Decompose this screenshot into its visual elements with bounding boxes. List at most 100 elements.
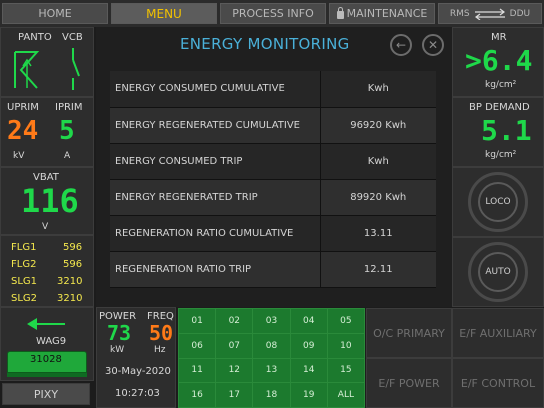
row-value: 12.11 xyxy=(320,251,436,288)
ef-auxiliary-button[interactable]: E/F AUXILIARY xyxy=(452,308,544,358)
bp-value: 5.1 xyxy=(481,114,532,147)
grid-cell[interactable]: 06 xyxy=(179,333,216,358)
panto-label: PANTO xyxy=(18,32,52,43)
grid-cell[interactable]: 11 xyxy=(179,358,216,383)
ddu-label: DDU xyxy=(509,8,531,19)
rms-ddu-toggle[interactable]: RMS DDU xyxy=(438,3,542,24)
row-label: ENERGY REGENERATED TRIP xyxy=(110,179,321,216)
grid-cell[interactable]: 09 xyxy=(290,333,327,358)
tab-maintenance-label: MAINTENANCE xyxy=(346,7,428,20)
power-unit: kW xyxy=(110,345,125,355)
locomotive-icon: 31028 xyxy=(7,351,87,373)
table-row: REGENERATION RATIO TRIP 12.11 xyxy=(110,251,436,288)
row-label: ENERGY CONSUMED TRIP xyxy=(110,143,321,180)
grid-cell[interactable]: 14 xyxy=(290,358,327,383)
flag-value: 3210 xyxy=(57,293,83,304)
flag-row: FLG2 596 xyxy=(11,259,82,270)
ef-control-button[interactable]: E/F CONTROL xyxy=(452,358,544,408)
loco-wheels-icon xyxy=(7,373,87,377)
row-label: ENERGY CONSUMED CUMULATIVE xyxy=(110,71,321,108)
grid-cell[interactable]: 17 xyxy=(216,383,253,407)
bp-unit: kg/cm² xyxy=(485,150,517,160)
grid-cell[interactable]: 15 xyxy=(327,358,364,383)
loco-mode-panel: LOCO xyxy=(452,167,544,237)
back-button[interactable]: ← xyxy=(390,34,412,56)
panto-vcb-panel: PANTO VCB xyxy=(0,27,94,97)
freq-value: 50 xyxy=(149,321,174,345)
auto-button[interactable]: AUTO xyxy=(468,242,528,302)
iprim-label: IPRIM xyxy=(55,102,83,113)
grid-cell-all[interactable]: ALL xyxy=(327,383,364,407)
direction-arrow-icon xyxy=(27,318,65,330)
grid-cell[interactable]: 16 xyxy=(179,383,216,407)
close-button[interactable]: ✕ xyxy=(422,34,444,56)
flag-row: SLG2 3210 xyxy=(11,293,82,304)
flag-value: 596 xyxy=(63,242,83,253)
loco-button-label: LOCO xyxy=(485,197,511,207)
flag-name: SLG2 xyxy=(11,293,38,304)
table-row: ENERGY REGENERATED CUMULATIVE 96920 Kwh xyxy=(110,107,436,144)
uprim-value: 24 xyxy=(7,116,39,146)
auto-mode-panel: AUTO xyxy=(452,237,544,307)
loco-button[interactable]: LOCO xyxy=(468,172,528,232)
vbat-value: 116 xyxy=(21,182,79,220)
tab-process-info[interactable]: PROCESS INFO xyxy=(220,3,326,24)
grid-cell[interactable]: 08 xyxy=(253,333,290,358)
bp-label: BP DEMAND xyxy=(469,102,530,113)
flag-value: 596 xyxy=(63,259,83,270)
grid-cell[interactable]: 12 xyxy=(216,358,253,383)
flag-row: SLG1 3210 xyxy=(11,276,82,287)
oc-primary-label: O/C PRIMARY xyxy=(373,326,445,340)
ef-power-label: E/F POWER xyxy=(378,376,440,390)
iprim-unit: A xyxy=(64,151,71,161)
row-label: ENERGY REGENERATED CUMULATIVE xyxy=(110,107,321,144)
table-row: ENERGY REGENERATED TRIP 89920 Kwh xyxy=(110,179,436,216)
grid-cell[interactable]: 19 xyxy=(290,383,327,407)
energy-table: ENERGY CONSUMED CUMULATIVE Kwh ENERGY REG… xyxy=(110,71,436,288)
row-value: 96920 Kwh xyxy=(320,107,436,144)
tab-home-label: HOME xyxy=(38,7,72,20)
flag-value: 3210 xyxy=(57,276,83,287)
grid-cell[interactable]: 02 xyxy=(216,309,253,333)
grid-cell[interactable]: 05 xyxy=(327,309,364,333)
row-value: Kwh xyxy=(320,71,436,108)
auto-dial-icon: AUTO xyxy=(478,252,518,292)
ef-power-button[interactable]: E/F POWER xyxy=(366,358,452,408)
pixy-button[interactable]: PIXY xyxy=(2,383,90,405)
oc-primary-button[interactable]: O/C PRIMARY xyxy=(366,308,452,358)
uprim-unit: kV xyxy=(13,151,25,161)
pantograph-icon xyxy=(14,48,80,90)
grid-cell[interactable]: 10 xyxy=(327,333,364,358)
power-freq-panel: POWER FREQ 73 50 kW Hz 30-May-2020 10:27… xyxy=(96,307,176,408)
pixy-label: PIXY xyxy=(33,387,59,401)
flag-name: SLG1 xyxy=(11,276,38,287)
energy-monitoring-panel: ENERGY MONITORING ← ✕ ENERGY CONSUMED CU… xyxy=(96,27,452,307)
row-label: REGENERATION RATIO TRIP xyxy=(110,251,321,288)
swap-arrows-icon xyxy=(474,8,505,20)
grid-cell[interactable]: 04 xyxy=(290,309,327,333)
freq-unit: Hz xyxy=(154,345,166,355)
loco-dial-icon: LOCO xyxy=(478,182,518,222)
tab-maintenance[interactable]: MAINTENANCE xyxy=(329,3,435,24)
grid-cell[interactable]: 18 xyxy=(253,383,290,407)
row-label: REGENERATION RATIO CUMULATIVE xyxy=(110,215,321,252)
ef-control-label: E/F CONTROL xyxy=(460,376,536,390)
uprim-label: UPRIM xyxy=(7,102,39,113)
tab-menu[interactable]: MENU xyxy=(111,3,217,24)
grid-cell[interactable]: 13 xyxy=(253,358,290,383)
grid-cell[interactable]: 01 xyxy=(179,309,216,333)
power-value: 73 xyxy=(107,321,132,345)
ef-auxiliary-label: E/F AUXILIARY xyxy=(459,326,537,340)
flag-name: FLG1 xyxy=(11,242,37,253)
tab-home[interactable]: HOME xyxy=(2,3,108,24)
back-arrow-icon: ← xyxy=(395,38,407,52)
grid-cell[interactable]: 07 xyxy=(216,333,253,358)
table-row: ENERGY CONSUMED CUMULATIVE Kwh xyxy=(110,71,436,108)
flag-row: FLG1 596 xyxy=(11,242,82,253)
grid-cell[interactable]: 03 xyxy=(253,309,290,333)
bp-demand-panel: BP DEMAND 5.1 kg/cm² xyxy=(452,97,544,167)
loco-number: 31028 xyxy=(30,354,62,365)
row-value: Kwh xyxy=(320,143,436,180)
uprim-iprim-panel: UPRIM IPRIM 24 5 kV A xyxy=(0,97,94,167)
tab-menu-label: MENU xyxy=(146,6,182,21)
